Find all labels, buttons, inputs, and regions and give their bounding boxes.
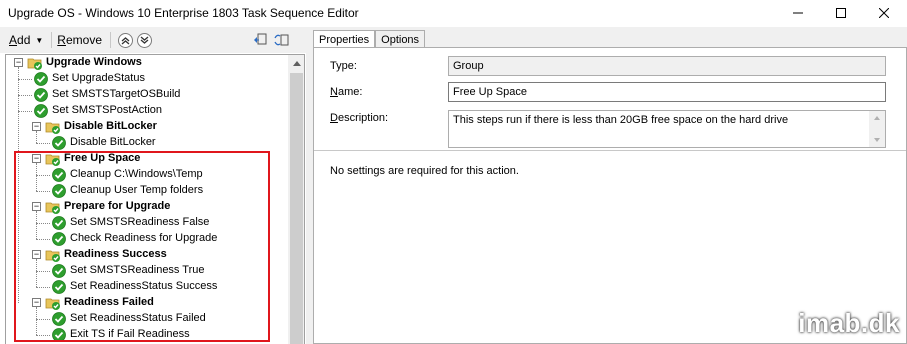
chevron-down-icon: ▼ — [35, 35, 44, 45]
bookmark-icon — [274, 34, 289, 46]
tree-step-row[interactable]: Set SMSTSTargetOSBuild — [6, 87, 288, 103]
move-down-icon — [140, 36, 149, 44]
name-field[interactable]: Free Up Space — [448, 82, 886, 102]
name-label: Name: — [330, 86, 363, 98]
toolbar-separator — [110, 32, 111, 48]
description-label: Description: — [330, 112, 389, 124]
maximize-icon — [836, 8, 846, 18]
minimize-button[interactable] — [775, 0, 821, 26]
tree-item-label: Set SMSTSPostAction — [52, 104, 163, 116]
refresh-button[interactable] — [252, 32, 268, 48]
maximize-button[interactable] — [818, 0, 864, 26]
tree-connector — [36, 131, 37, 143]
collapse-toggle[interactable]: − — [32, 122, 41, 131]
tree-step-row[interactable]: Disable BitLocker — [6, 135, 288, 151]
collapse-toggle[interactable]: − — [14, 58, 23, 67]
add-menu-button[interactable]: Add ▼ — [9, 33, 43, 47]
scroll-up-arrow[interactable] — [288, 55, 304, 72]
tree-vertical-scrollbar[interactable] — [288, 55, 304, 344]
tab-options[interactable]: Options — [375, 30, 426, 48]
chevron-up-icon — [292, 61, 301, 66]
tree-connector — [36, 143, 50, 144]
add-label-underline: A — [9, 33, 18, 47]
add-label-rest: dd — [17, 33, 31, 47]
green-check-icon — [51, 135, 67, 151]
tree-item-label: Disable BitLocker — [70, 136, 156, 148]
type-label: Type: — [330, 60, 357, 72]
no-settings-message: No settings are required for this action… — [330, 165, 519, 177]
description-text: This steps run if there is less than 20G… — [453, 114, 789, 126]
move-up-button[interactable] — [118, 32, 133, 48]
tree-group-row[interactable]: − Disable BitLocker — [6, 119, 288, 135]
watermark-text: imab.dk — [798, 308, 900, 338]
green-check-icon — [33, 71, 49, 87]
folder-check-icon — [27, 55, 43, 71]
description-field[interactable]: This steps run if there is less than 20G… — [448, 110, 886, 148]
green-check-icon — [33, 87, 49, 103]
toolbar: Add ▼ Remove — [0, 27, 310, 53]
tree-group-row[interactable]: − Upgrade Windows — [6, 55, 288, 71]
description-scroll-arrows-icon — [874, 116, 880, 142]
scroll-thumb[interactable] — [290, 73, 303, 344]
type-field: Group — [448, 56, 886, 76]
title-bar: Upgrade OS - Windows 10 Enterprise 1803 … — [0, 0, 907, 26]
tree-connector — [18, 79, 32, 80]
tree-step-row[interactable]: Set UpgradeStatus — [6, 71, 288, 87]
highlight-annotation-box — [14, 151, 270, 342]
tree-item-label: Set UpgradeStatus — [52, 72, 145, 84]
move-up-icon — [121, 36, 130, 44]
panel-divider — [314, 150, 906, 151]
refresh-icon — [254, 33, 267, 45]
tree-connector — [18, 95, 32, 96]
remove-label-rest: emove — [65, 33, 102, 47]
tree-item-label: Disable BitLocker — [64, 120, 157, 132]
name-label-rest: ame: — [337, 86, 363, 98]
property-tabs: Properties Options — [313, 30, 426, 49]
toolbar-separator — [51, 32, 53, 48]
tree-connector — [18, 111, 32, 112]
description-scrollbar[interactable] — [869, 111, 885, 147]
remove-label-underline: R — [57, 33, 66, 47]
description-label-rest: escription: — [337, 112, 389, 124]
bookmark-button[interactable] — [274, 32, 290, 48]
tree-item-label: Upgrade Windows — [46, 56, 142, 68]
properties-panel: Type: Group Name: Free Up Space Descript… — [313, 47, 907, 344]
minimize-icon — [793, 12, 803, 14]
move-down-button[interactable] — [137, 32, 152, 48]
folder-check-icon — [45, 119, 61, 135]
close-button[interactable] — [861, 0, 907, 26]
remove-button[interactable]: Remove — [57, 33, 102, 47]
green-check-icon — [33, 103, 49, 119]
tree-step-row[interactable]: Set SMSTSPostAction — [6, 103, 288, 119]
close-icon — [879, 8, 889, 18]
tree-item-label: Set SMSTSTargetOSBuild — [52, 88, 181, 100]
window-title: Upgrade OS - Windows 10 Enterprise 1803 … — [8, 6, 359, 20]
